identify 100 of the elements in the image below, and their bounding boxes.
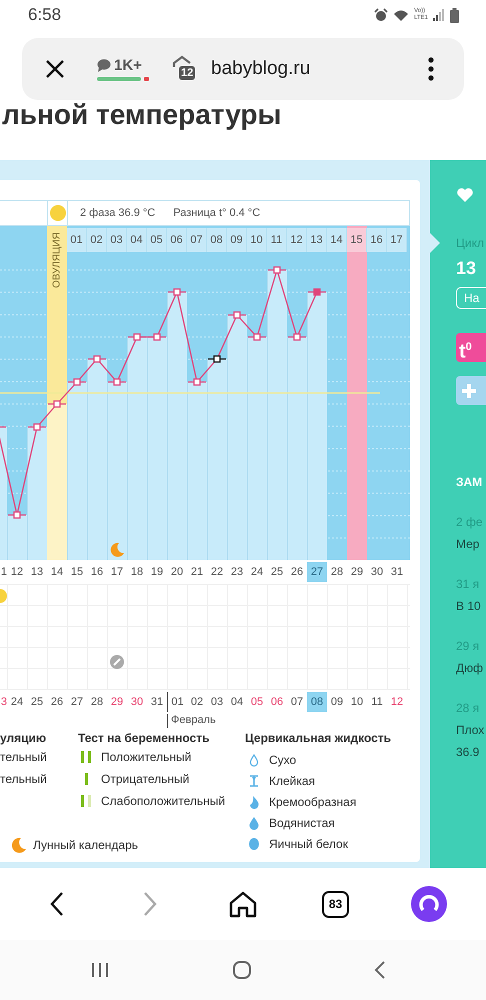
- recent-apps-icon[interactable]: [91, 962, 109, 978]
- legend-label: Яичный белок: [269, 836, 348, 850]
- home-icon[interactable]: [228, 890, 258, 918]
- temperature-point: [128, 333, 146, 341]
- day-label: 08: [207, 228, 227, 252]
- hourglass-icon: [247, 774, 261, 788]
- drop-icon: [247, 752, 261, 766]
- moon-icon: [11, 837, 27, 853]
- date-label: 20: [170, 565, 184, 580]
- temperature-point: [88, 355, 106, 363]
- moon-icon: [110, 542, 125, 557]
- close-icon[interactable]: [44, 58, 66, 80]
- legend-label: Водянистая: [269, 816, 335, 830]
- cycle-value: 13: [456, 257, 478, 279]
- temperature-point: [228, 311, 246, 319]
- day-label: 10: [247, 228, 267, 252]
- chat-icon: [97, 59, 111, 72]
- day-label: 17: [387, 228, 407, 252]
- date-label: 18: [130, 565, 144, 580]
- note-text: В 10: [456, 598, 482, 615]
- signal-icon: [433, 9, 445, 21]
- shield-icon[interactable]: [171, 55, 193, 67]
- date-label: 24: [250, 565, 264, 580]
- date-label: 3: [0, 695, 7, 710]
- note-text: Плох: [456, 722, 486, 739]
- date-label: 28: [90, 695, 104, 710]
- day-label: 05: [147, 228, 167, 252]
- status-time: 6:58: [28, 5, 62, 25]
- phase-info: 2 фаза 36.9 °C: [80, 207, 156, 219]
- dot-icon: [50, 205, 66, 221]
- legend-label: тельный: [0, 772, 47, 786]
- date-label: 06: [270, 695, 284, 710]
- temperature-point: [28, 423, 46, 431]
- date-label: 31: [150, 695, 164, 710]
- date-label: 13: [30, 565, 44, 580]
- plus-icon: [461, 382, 477, 398]
- legend-title: Тест на беременность: [78, 730, 210, 746]
- menu-icon[interactable]: [428, 57, 434, 81]
- date-label: 09: [330, 695, 344, 710]
- temperature-point: [108, 378, 126, 386]
- date-label: 15: [70, 565, 84, 580]
- day-label: 07: [187, 228, 207, 252]
- date-label: 26: [50, 695, 64, 710]
- date-label: 27: [70, 695, 84, 710]
- day-label: 03: [107, 228, 127, 252]
- tab-count-badge: 12: [179, 66, 196, 80]
- temperature-point: [248, 333, 266, 341]
- temperature-point: [288, 333, 306, 341]
- date-label: 24: [10, 695, 24, 710]
- comment-count[interactable]: 1K+: [114, 57, 142, 74]
- date-label: 12: [390, 695, 404, 710]
- date-label: 21: [190, 565, 204, 580]
- legend-label: Слабоположительный: [101, 794, 226, 808]
- date-label: 26: [290, 565, 304, 580]
- day-label: 11: [267, 228, 287, 252]
- day-label: 14: [327, 228, 347, 252]
- temperature-button[interactable]: t$^{0}$: [456, 333, 486, 362]
- date-label: 29: [110, 695, 124, 710]
- date-label: 19: [150, 565, 164, 580]
- date-label: 17: [110, 565, 124, 580]
- date-label: 28: [330, 565, 344, 580]
- day-label: 12: [287, 228, 307, 252]
- back-icon[interactable]: [48, 891, 64, 917]
- date-label: 10: [350, 695, 364, 710]
- temperature-point: [148, 333, 166, 341]
- drop-icon: [247, 816, 261, 830]
- date-label: 27: [307, 562, 327, 582]
- day-label: 15: [347, 228, 367, 252]
- bars-icon: [80, 750, 94, 764]
- legend-label: Клейкая: [269, 774, 316, 788]
- url-text[interactable]: babyblog.ru: [211, 58, 310, 80]
- date-label: 23: [230, 565, 244, 580]
- day-label: 09: [227, 228, 247, 252]
- bars-icon: [80, 794, 94, 808]
- date-label: 14: [50, 565, 64, 580]
- note-text: Дюф: [456, 660, 484, 677]
- assistant-icon[interactable]: [410, 886, 446, 922]
- date-label: 12: [10, 565, 24, 580]
- legend-title: уляцию: [0, 730, 48, 746]
- date-label: 08: [307, 692, 327, 712]
- day-label: 06: [167, 228, 187, 252]
- legend-title: Цервикальная жидкость: [245, 730, 392, 746]
- legend-label: Положительный: [101, 750, 192, 764]
- temperature-point: [8, 511, 26, 519]
- drop-icon: [247, 794, 261, 808]
- date-label: 31: [390, 565, 404, 580]
- date-label: 1: [0, 565, 7, 580]
- date-label: 01: [167, 692, 187, 712]
- date-label: 11: [370, 695, 384, 710]
- date-label: 22: [210, 565, 224, 580]
- oval-icon: [247, 836, 261, 850]
- day-label: 16: [367, 228, 387, 252]
- date-label: 25: [30, 695, 44, 710]
- legend-label: Сухо: [269, 752, 296, 766]
- wifi-icon: [393, 8, 410, 22]
- date-label: 04: [230, 695, 244, 710]
- slash-circle-icon: [110, 655, 124, 669]
- tabs-button[interactable]: 83: [322, 890, 349, 918]
- legend-label: Кремообразная: [269, 794, 356, 808]
- notes-title: ЗАМ: [456, 474, 484, 491]
